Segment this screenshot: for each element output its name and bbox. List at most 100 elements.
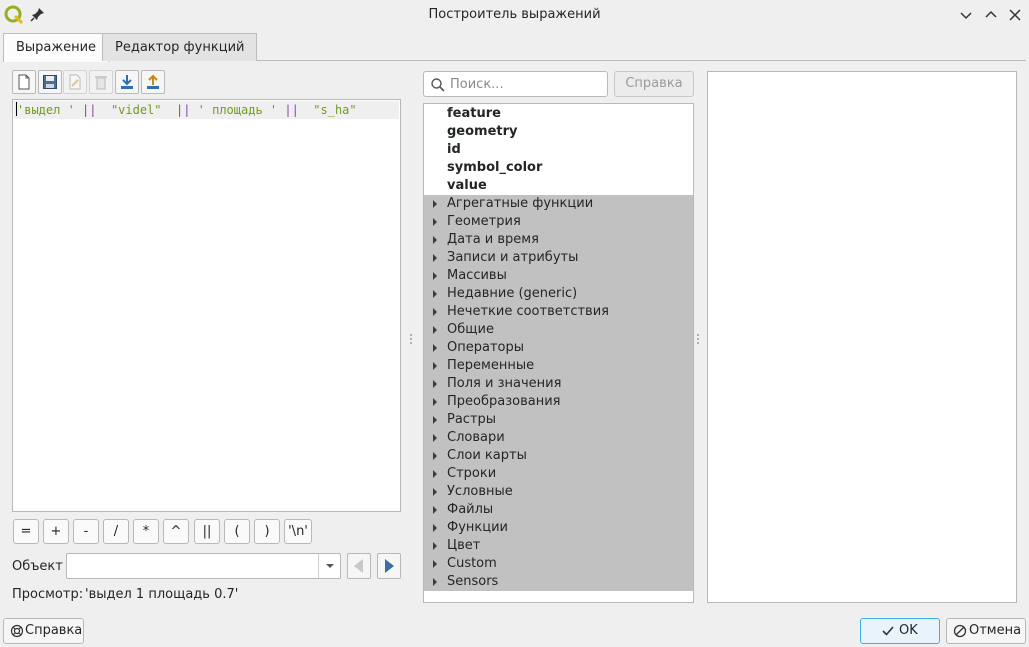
expand-arrow-icon[interactable] xyxy=(433,524,437,532)
import-button[interactable] xyxy=(115,70,139,94)
close-icon[interactable] xyxy=(1005,5,1025,25)
expand-arrow-icon[interactable] xyxy=(433,200,437,208)
operator-power-button[interactable]: ^ xyxy=(163,519,189,544)
tree-group-label: Массивы xyxy=(447,268,507,283)
expand-arrow-icon[interactable] xyxy=(433,560,437,568)
expand-arrow-icon[interactable] xyxy=(433,488,437,496)
tree-group-label: Преобразования xyxy=(447,394,561,409)
tree-group-item[interactable]: Sensors xyxy=(424,573,693,591)
expression-token: "videl" xyxy=(110,103,162,117)
window-title: Построитель выражений xyxy=(428,7,601,22)
tree-group-item[interactable]: Геометрия xyxy=(424,213,693,231)
tree-group-label: Файлы xyxy=(447,502,494,517)
export-icon xyxy=(147,74,159,89)
tree-group-item[interactable]: Словари xyxy=(424,429,693,447)
save-button[interactable] xyxy=(38,70,62,94)
object-combobox[interactable] xyxy=(66,553,341,579)
expand-arrow-icon[interactable] xyxy=(433,344,437,352)
tree-group-item[interactable]: Поля и значения xyxy=(424,375,693,393)
delete-button[interactable] xyxy=(89,70,113,94)
expand-arrow-icon[interactable] xyxy=(433,290,437,298)
expand-arrow-icon[interactable] xyxy=(433,542,437,550)
splitter-handle[interactable] xyxy=(410,334,412,344)
expand-arrow-icon[interactable] xyxy=(433,326,437,334)
cancel-button[interactable]: Отмена xyxy=(946,618,1026,644)
object-label: Объект xyxy=(12,559,63,574)
expand-arrow-icon[interactable] xyxy=(433,380,437,388)
expand-arrow-icon[interactable] xyxy=(433,398,437,406)
help-panel-button[interactable]: Справка xyxy=(614,71,694,97)
tree-group-item[interactable]: Custom xyxy=(424,555,693,573)
search-box[interactable] xyxy=(423,71,608,97)
tree-group-label: Словари xyxy=(447,430,505,445)
expand-arrow-icon[interactable] xyxy=(433,362,437,370)
expand-arrow-icon[interactable] xyxy=(433,434,437,442)
previous-object-button[interactable] xyxy=(347,553,371,579)
chevron-down-icon[interactable] xyxy=(318,554,340,578)
expand-arrow-icon[interactable] xyxy=(433,272,437,280)
expand-arrow-icon[interactable] xyxy=(433,308,437,316)
expand-arrow-icon[interactable] xyxy=(433,416,437,424)
tree-group-item[interactable]: Слои карты xyxy=(424,447,693,465)
expression-line[interactable]: 'выдел ' || "videl" || ' площадь ' || "s… xyxy=(14,101,399,119)
tab-function-editor[interactable]: Редактор функций xyxy=(102,33,258,61)
maximize-icon[interactable] xyxy=(981,5,1001,25)
tree-group-item[interactable]: Массивы xyxy=(424,267,693,285)
operator-equals-button[interactable]: = xyxy=(13,519,39,544)
expand-arrow-icon[interactable] xyxy=(433,506,437,514)
tree-field-item[interactable]: geometry xyxy=(424,123,693,141)
next-object-button[interactable] xyxy=(377,553,401,579)
expression-editor[interactable]: 'выдел ' || "videl" || ' площадь ' || "s… xyxy=(12,99,401,512)
operator-multiply-button[interactable]: * xyxy=(133,519,159,544)
tree-group-item[interactable]: Файлы xyxy=(424,501,693,519)
expand-arrow-icon[interactable] xyxy=(433,254,437,262)
tree-group-item[interactable]: Нечеткие соответствия xyxy=(424,303,693,321)
operator-newline-button[interactable]: '\n' xyxy=(284,519,312,544)
edit-icon xyxy=(69,74,81,90)
tree-field-item[interactable]: symbol_color xyxy=(424,159,693,177)
tree-field-item[interactable]: value xyxy=(424,177,693,195)
tree-group-item[interactable]: Общие xyxy=(424,321,693,339)
tree-group-item[interactable]: Строки xyxy=(424,465,693,483)
operator-concat-button[interactable]: || xyxy=(194,519,220,544)
minimize-icon[interactable] xyxy=(956,5,976,25)
ok-button-label: OK xyxy=(899,623,918,638)
edit-button[interactable] xyxy=(63,70,87,94)
expand-arrow-icon[interactable] xyxy=(433,236,437,244)
tree-group-item[interactable]: Операторы xyxy=(424,339,693,357)
expand-arrow-icon[interactable] xyxy=(433,452,437,460)
ok-button[interactable]: OK xyxy=(860,618,940,644)
tree-field-item[interactable]: id xyxy=(424,141,693,159)
tree-group-item[interactable]: Функции xyxy=(424,519,693,537)
tree-group-item[interactable]: Дата и время xyxy=(424,231,693,249)
tree-group-item[interactable]: Записи и атрибуты xyxy=(424,249,693,267)
tree-group-item[interactable]: Растры xyxy=(424,411,693,429)
operator-divide-button[interactable]: / xyxy=(103,519,129,544)
tree-group-item[interactable]: Недавние (generic) xyxy=(424,285,693,303)
tree-group-item[interactable]: Агрегатные функции xyxy=(424,195,693,213)
delete-icon xyxy=(95,76,107,90)
help-panel xyxy=(707,71,1017,603)
expand-arrow-icon[interactable] xyxy=(433,218,437,226)
search-input[interactable] xyxy=(450,75,605,93)
operator-close-paren-button[interactable]: ) xyxy=(254,519,280,544)
tree-group-item[interactable]: Цвет xyxy=(424,537,693,555)
tree-group-item[interactable]: Преобразования xyxy=(424,393,693,411)
splitter-handle[interactable] xyxy=(697,334,699,344)
tab-expression[interactable]: Выражение xyxy=(3,33,110,62)
tree-group-item[interactable]: Переменные xyxy=(424,357,693,375)
expand-arrow-icon[interactable] xyxy=(433,470,437,478)
tree-group-item[interactable]: Условные xyxy=(424,483,693,501)
function-tree[interactable]: feature geometry id symbol_color value Агрега… xyxy=(423,103,694,603)
expand-arrow-icon[interactable] xyxy=(433,578,437,586)
tree-group-label: Дата и время xyxy=(447,232,539,247)
tree-group-label: Custom xyxy=(447,556,497,571)
operator-minus-button[interactable]: - xyxy=(73,519,99,544)
tree-field-item[interactable]: feature xyxy=(424,105,693,123)
save-icon xyxy=(43,75,57,89)
help-button[interactable]: Справка xyxy=(3,618,84,644)
new-file-button[interactable] xyxy=(12,70,36,94)
operator-open-paren-button[interactable]: ( xyxy=(224,519,250,544)
operator-plus-button[interactable]: + xyxy=(43,519,69,544)
export-button[interactable] xyxy=(141,70,165,94)
